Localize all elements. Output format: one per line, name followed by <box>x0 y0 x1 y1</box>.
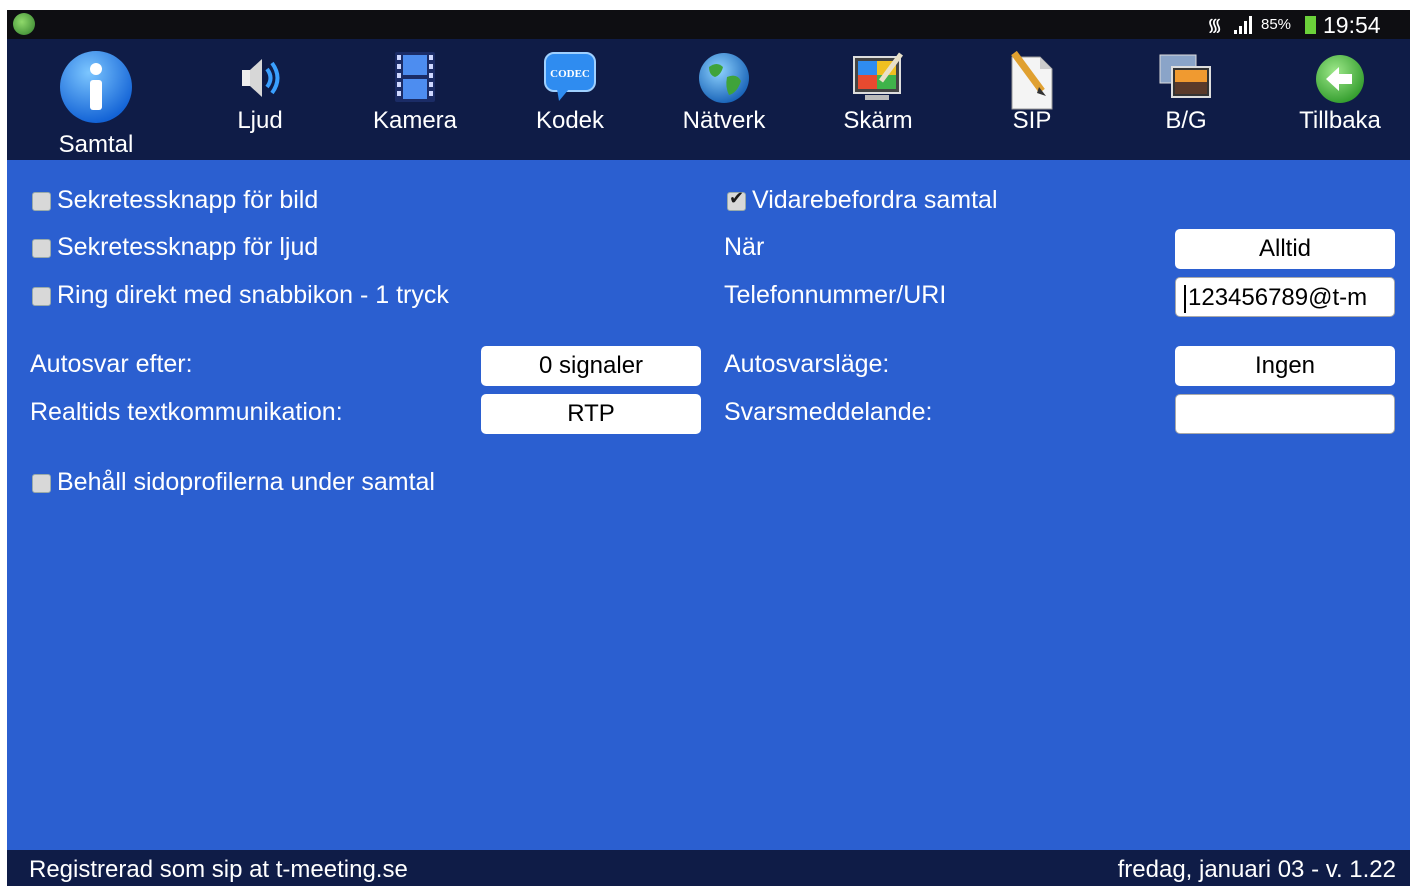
privacy-audio-checkbox[interactable] <box>32 239 51 258</box>
tab-tillbaka[interactable]: Tillbaka <box>1275 39 1405 160</box>
tab-kodek[interactable]: CODEC Kodek <box>505 39 635 160</box>
globe-icon <box>699 53 749 103</box>
tab-kamera[interactable]: Kamera <box>350 39 480 160</box>
phone-label: Telefonnummer/URI <box>724 281 947 309</box>
rtt-label: Realtids textkommunikation: <box>30 398 343 426</box>
status-bar: ᯾ 85% 19:54 <box>7 10 1410 39</box>
tab-label: Samtal <box>58 131 134 158</box>
film-icon <box>395 52 435 102</box>
codec-badge: CODEC <box>550 68 590 80</box>
tab-label: Tillbaka <box>1299 107 1381 134</box>
rtt-select[interactable]: RTP <box>481 394 701 434</box>
reply-message-input[interactable] <box>1175 394 1395 434</box>
display-paint-icon <box>853 52 904 100</box>
tab-sip[interactable]: SIP <box>967 39 1097 160</box>
tab-label: Kodek <box>535 107 605 134</box>
registration-status: Registrerad som sip at t-meeting.se <box>29 856 408 883</box>
app-frame: ᯾ 85% 19:54 Samtal Ljud Kamera CODEC Kod… <box>7 10 1410 886</box>
tab-label: SIP <box>1012 107 1052 134</box>
autoanswer-mode-select[interactable]: Ingen <box>1175 346 1395 386</box>
date-version: fredag, januari 03 - v. 1.22 <box>1117 856 1396 883</box>
text-cursor <box>1184 284 1186 313</box>
footer-bar: Registrerad som sip at t-meeting.se fred… <box>7 850 1410 886</box>
forward-calls-label: Vidarebefordra samtal <box>752 186 998 214</box>
tab-ljud[interactable]: Ljud <box>195 39 325 160</box>
tab-skarm[interactable]: Skärm <box>813 39 943 160</box>
phone-input-value: 123456789@t-m <box>1188 284 1368 311</box>
tab-label: B/G <box>1165 107 1207 134</box>
phone-input[interactable]: 123456789@t-m <box>1175 277 1395 317</box>
tab-label: Ljud <box>237 107 283 134</box>
one-tap-dial-checkbox[interactable] <box>32 287 51 306</box>
keep-side-profiles-checkbox[interactable] <box>32 474 51 493</box>
document-pencil-icon <box>1011 50 1053 110</box>
tab-label: Nätverk <box>682 107 766 134</box>
when-label: När <box>724 233 765 261</box>
codec-icon: CODEC <box>544 52 596 101</box>
autoanswer-select[interactable]: 0 signaler <box>481 346 701 386</box>
tab-samtal[interactable]: Samtal <box>31 39 161 160</box>
forward-calls-checkbox[interactable] <box>727 188 746 211</box>
settings-toolbar: Samtal Ljud Kamera CODEC Kodek Nätverk S… <box>7 39 1410 160</box>
autoanswer-label: Autosvar efter: <box>30 350 193 378</box>
tab-label: Skärm <box>843 107 913 134</box>
tab-label: Kamera <box>372 107 458 134</box>
battery-icon <box>1305 16 1316 34</box>
battery-percent: 85% <box>1261 16 1292 33</box>
back-arrow-icon <box>1316 55 1364 103</box>
when-select[interactable]: Alltid <box>1175 229 1395 269</box>
privacy-video-label: Sekretessknapp för bild <box>57 186 319 214</box>
meeting-app-icon <box>13 13 35 35</box>
one-tap-dial-label: Ring direkt med snabbikon - 1 tryck <box>57 281 449 309</box>
wifi-icon: ᯾ <box>1207 15 1223 35</box>
tab-bg[interactable]: B/G <box>1121 39 1251 160</box>
tab-natverk[interactable]: Nätverk <box>659 39 789 160</box>
privacy-video-checkbox[interactable] <box>32 192 51 211</box>
signal-icon <box>1234 16 1252 34</box>
keep-side-profiles-label: Behåll sidoprofilerna under samtal <box>57 468 435 496</box>
reply-message-label: Svarsmeddelande: <box>724 398 933 426</box>
speaker-icon <box>242 59 280 97</box>
background-image-icon <box>1159 54 1211 98</box>
info-icon <box>60 51 132 123</box>
privacy-audio-label: Sekretessknapp för ljud <box>57 233 319 261</box>
clock: 19:54 <box>1323 12 1381 38</box>
autoanswer-mode-label: Autosvarsläge: <box>724 350 890 378</box>
